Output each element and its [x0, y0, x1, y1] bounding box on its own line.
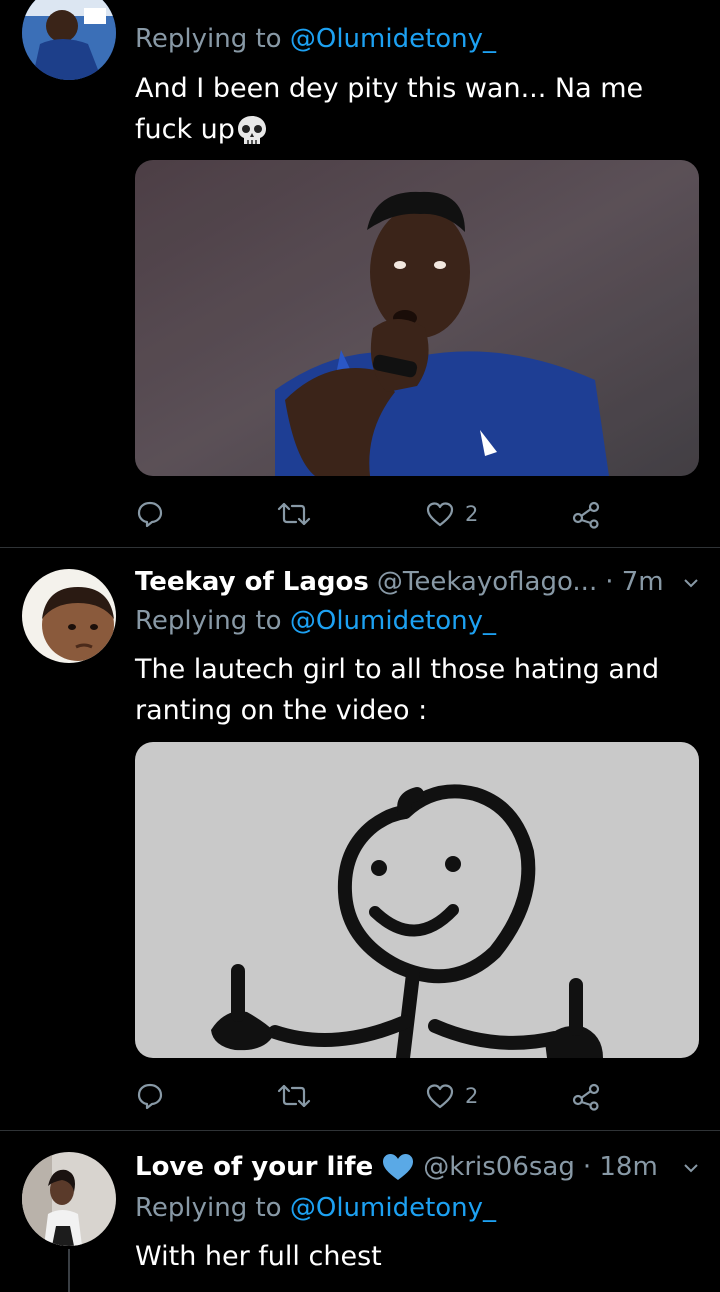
retweet-icon — [277, 502, 311, 526]
avatar-image — [22, 0, 116, 80]
tweet-3[interactable]: Love of your life @kris06sag · 18m Reply… — [0, 1131, 720, 1292]
heart-icon — [426, 1084, 454, 1109]
share-icon — [572, 501, 600, 529]
tweet-text-line: fuck up — [135, 114, 235, 145]
player-photo — [135, 160, 699, 476]
mention-link[interactable]: @Olumidetony_ — [290, 24, 496, 54]
avatar[interactable] — [22, 0, 116, 80]
like-count: 2 — [465, 502, 479, 526]
tweet-1[interactable]: Replying to @Olumidetony_ And I been dey… — [0, 0, 720, 548]
tweet-image[interactable] — [135, 742, 699, 1058]
tweet-actions: 2 — [135, 494, 615, 534]
tweet-actions: 2 — [135, 1076, 615, 1116]
share-icon — [572, 1083, 600, 1111]
tweet-header: Love of your life @kris06sag · 18m — [135, 1149, 702, 1185]
user-handle[interactable]: @kris06sag — [423, 1152, 575, 1182]
tweet-timestamp[interactable]: · 7m — [605, 567, 663, 597]
like-button[interactable]: 2 — [425, 494, 478, 534]
avatar-image — [22, 569, 116, 663]
tweet-text: And I been dey pity this wan... Na me fu… — [135, 68, 695, 150]
user-handle[interactable]: @Teekayoflago... — [377, 567, 597, 597]
tweet-text-line: And I been dey pity this wan... Na me — [135, 73, 644, 104]
replying-to-label: Replying to — [135, 606, 282, 636]
replying-to: Replying to @Olumidetony_ — [135, 1193, 496, 1223]
like-count: 2 — [465, 1084, 479, 1108]
tweet-2[interactable]: Teekay of Lagos @Teekayoflago... · 7m Re… — [0, 548, 720, 1130]
chevron-down-icon[interactable] — [684, 1161, 698, 1175]
tweet-text-line: ranting on the video : — [135, 695, 428, 726]
replying-to-label: Replying to — [135, 1193, 282, 1223]
retweet-button[interactable] — [277, 1076, 321, 1116]
retweet-icon — [277, 1084, 311, 1108]
skull-emoji-icon — [237, 115, 266, 144]
replying-to: Replying to @Olumidetony_ — [135, 606, 496, 636]
share-button[interactable] — [571, 494, 601, 534]
reply-button[interactable] — [135, 1076, 175, 1116]
tweet-header: Teekay of Lagos @Teekayoflago... · 7m — [135, 564, 702, 600]
tweet-timestamp[interactable]: · 18m — [583, 1152, 658, 1182]
avatar[interactable] — [22, 569, 116, 663]
reply-icon — [137, 501, 163, 528]
avatar[interactable] — [22, 1152, 116, 1246]
replying-to: Replying to @Olumidetony_ — [135, 24, 496, 54]
display-name[interactable]: Love of your life — [135, 1152, 373, 1182]
heart-icon — [426, 502, 454, 527]
chevron-down-icon[interactable] — [684, 576, 698, 590]
tweet-text-line: The lautech girl to all those hating and — [135, 654, 660, 685]
tweet-text: With her full chest — [135, 1236, 695, 1277]
tweet-text: The lautech girl to all those hating and… — [135, 649, 695, 731]
stick-figure-drawing — [135, 742, 699, 1058]
replying-to-label: Replying to — [135, 24, 282, 54]
reply-icon — [137, 1083, 163, 1110]
avatar-image — [22, 1152, 116, 1246]
retweet-button[interactable] — [277, 494, 321, 534]
tweet-image[interactable] — [135, 160, 699, 476]
share-button[interactable] — [571, 1076, 601, 1116]
blue-heart-emoji-icon — [383, 1154, 414, 1180]
reply-button[interactable] — [135, 494, 175, 534]
thread-line — [68, 1249, 70, 1292]
tweet-text-line: With her full chest — [135, 1241, 382, 1272]
mention-link[interactable]: @Olumidetony_ — [290, 1193, 496, 1223]
display-name[interactable]: Teekay of Lagos — [135, 567, 369, 597]
like-button[interactable]: 2 — [425, 1076, 478, 1116]
mention-link[interactable]: @Olumidetony_ — [290, 606, 496, 636]
